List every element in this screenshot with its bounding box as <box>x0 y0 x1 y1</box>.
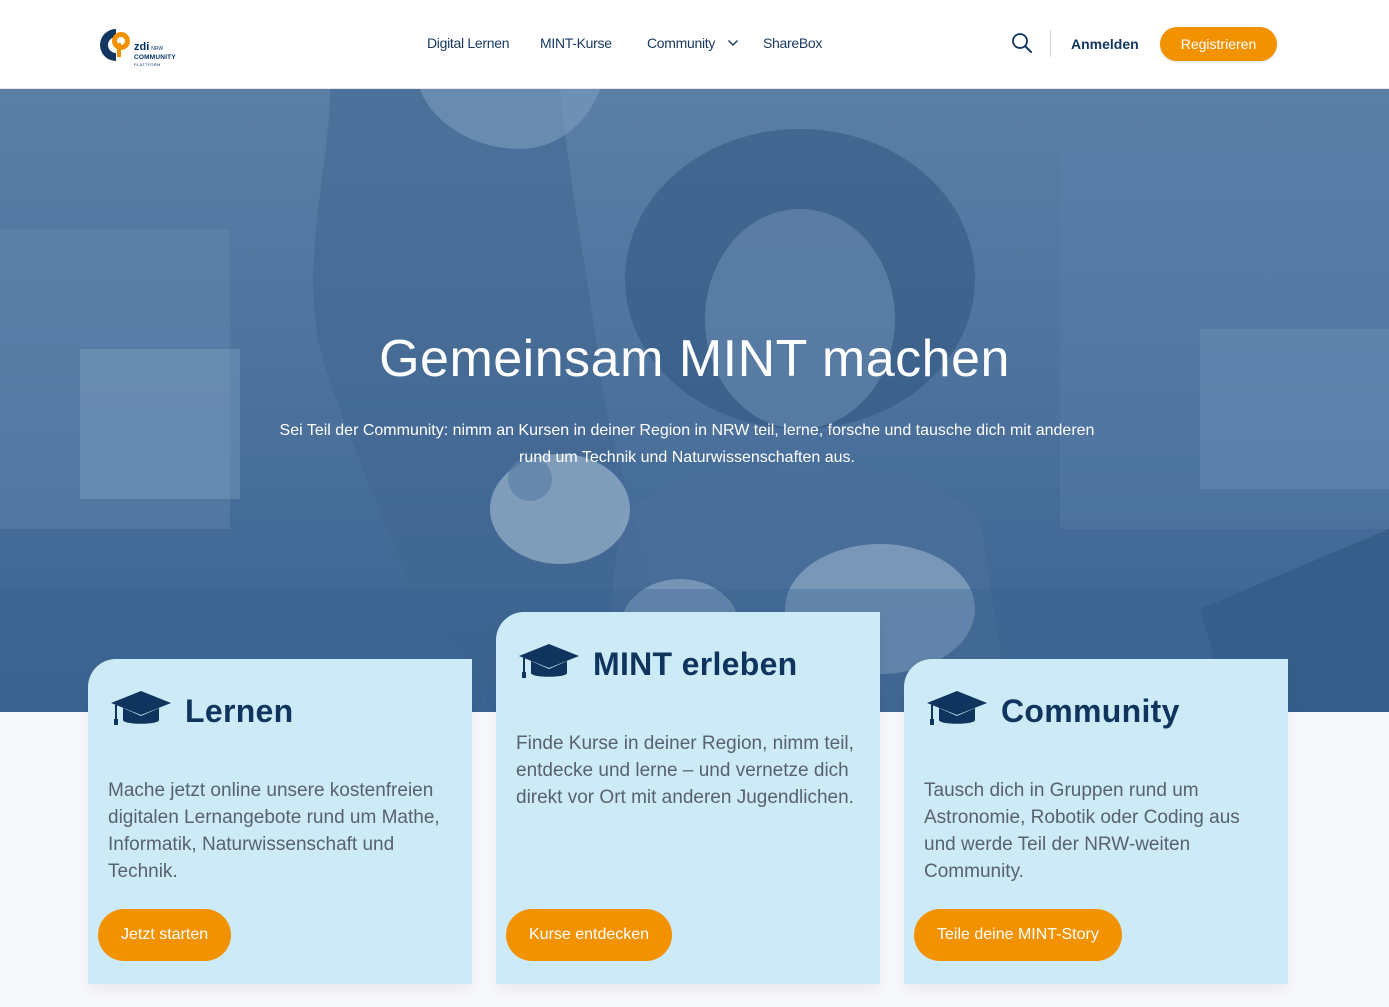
register-button[interactable]: Registrieren <box>1160 27 1277 61</box>
graduation-cap-icon <box>111 691 171 725</box>
hero-subtitle: Sei Teil der Community: nimm an Kursen i… <box>279 422 1095 466</box>
nav-item-mint-kurse[interactable]: MINT-Kurse <box>540 35 612 51</box>
kurse-entdecken-button[interactable]: Kurse entdecken <box>506 909 673 961</box>
logo-mark-icon <box>100 29 130 61</box>
login-link[interactable]: Anmelden <box>1071 36 1139 52</box>
card-title: Lernen <box>185 693 294 729</box>
graduation-cap-icon <box>927 691 987 725</box>
logo-zdi: zdi <box>134 41 150 53</box>
card-mint-erleben: MINT erleben Finde Kurse in deiner Regio… <box>496 612 880 984</box>
logo-community: COMMUNITY <box>134 54 176 61</box>
chevron-down-icon[interactable] <box>727 38 739 48</box>
card-text: Tausch dich in Gruppen rund um Astronomi… <box>924 780 1240 882</box>
jetzt-starten-button[interactable]: Jetzt starten <box>98 909 232 961</box>
card-title: Community <box>1001 693 1180 729</box>
card-title: MINT erleben <box>593 646 798 682</box>
logo-plattform: PLATTFORM <box>134 61 161 67</box>
logo-nrw: NRW <box>151 46 164 52</box>
card-text: Mache jetzt online unsere kostenfreien d… <box>108 780 440 882</box>
nav-item-community[interactable]: Community <box>647 35 715 51</box>
graduation-cap-icon <box>519 644 579 678</box>
card-text: Finde Kurse in deiner Region, nimm teil,… <box>516 733 854 808</box>
header-divider <box>1050 30 1051 57</box>
hero-title: Gemeinsam MINT machen <box>379 330 1010 388</box>
card-community: Community Tausch dich in Gruppen rund um… <box>904 659 1288 984</box>
site-header: zdi NRW COMMUNITY PLATTFORM Digital Lerne… <box>0 0 1389 89</box>
search-icon[interactable] <box>1011 32 1033 54</box>
mint-story-button[interactable]: Teile deine MINT-Story <box>914 909 1122 961</box>
card-lernen: Lernen Mache jetzt online unsere kostenf… <box>88 659 472 984</box>
logo[interactable]: zdi NRW COMMUNITY PLATTFORM <box>98 27 178 66</box>
nav-item-sharebox[interactable]: ShareBox <box>763 35 822 51</box>
logo-text: zdi NRW COMMUNITY PLATTFORM <box>134 38 176 67</box>
nav-item-digital-lernen[interactable]: Digital Lernen <box>427 35 509 51</box>
